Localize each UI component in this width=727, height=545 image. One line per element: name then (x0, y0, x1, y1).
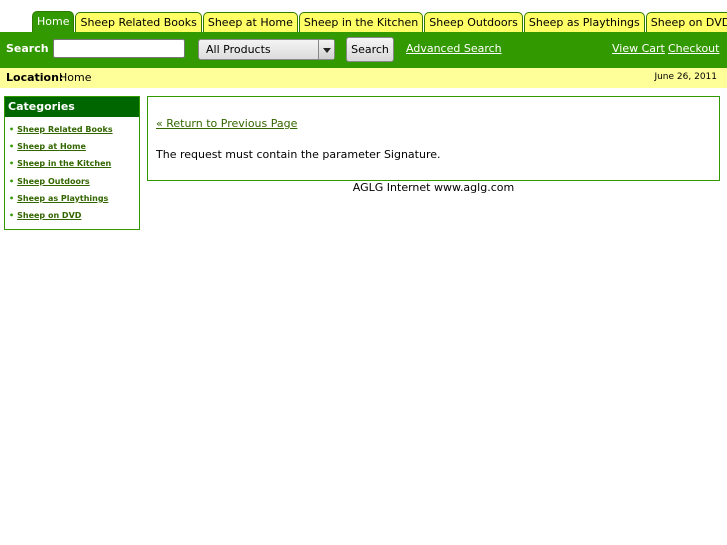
tab-sheep-at-home[interactable]: Sheep at Home (202, 12, 298, 32)
error-message: The request must contain the parameter S… (156, 148, 441, 161)
category-link-sheep-on-dvd[interactable]: Sheep on DVD (17, 211, 81, 220)
bullet-icon: • (9, 176, 15, 186)
tab-sheep-as-playthings[interactable]: Sheep as Playthings (523, 12, 645, 32)
category-link-sheep-in-the-kitchen[interactable]: Sheep in the Kitchen (17, 159, 111, 168)
location-value: Home (59, 71, 92, 84)
tab-home[interactable]: Home (32, 11, 75, 32)
bullet-icon: • (9, 210, 15, 220)
category-link-sheep-as-playthings[interactable]: Sheep as Playthings (17, 194, 108, 203)
location-label: Location: (6, 71, 64, 84)
search-button[interactable]: Search (346, 37, 394, 62)
category-item: • Sheep as Playthings (9, 190, 139, 207)
category-item: • Sheep at Home (9, 138, 139, 155)
search-label: Search (6, 42, 49, 55)
category-item: • Sheep on DVD (9, 207, 139, 224)
search-input[interactable] (53, 39, 185, 58)
main-content: « Return to Previous Page The request mu… (147, 96, 720, 181)
search-bar: Search All Products Search Advanced Sear… (0, 32, 727, 68)
category-item: • Sheep Outdoors (9, 173, 139, 190)
category-link-sheep-related-books[interactable]: Sheep Related Books (17, 125, 112, 134)
checkout-link[interactable]: Checkout (668, 42, 719, 55)
footer-text: AGLG Internet www.aglg.com (352, 181, 515, 194)
chevron-down-icon[interactable] (318, 40, 334, 59)
tab-sheep-outdoors[interactable]: Sheep Outdoors (424, 12, 523, 32)
category-link-sheep-outdoors[interactable]: Sheep Outdoors (17, 177, 90, 186)
view-cart-link[interactable]: View Cart (612, 42, 665, 55)
advanced-search-link[interactable]: Advanced Search (406, 42, 502, 55)
tab-sheep-in-the-kitchen[interactable]: Sheep in the Kitchen (298, 12, 424, 32)
top-tabs: Home Sheep Related Books Sheep at Home S… (32, 11, 727, 32)
product-category-select[interactable]: All Products (198, 39, 335, 60)
tab-sheep-on-dvd[interactable]: Sheep on DVD (645, 12, 727, 32)
return-to-previous-page-link[interactable]: « Return to Previous Page (156, 117, 297, 130)
category-item: • Sheep in the Kitchen (9, 155, 139, 172)
category-item: • Sheep Related Books (9, 121, 139, 138)
tab-sheep-related-books[interactable]: Sheep Related Books (75, 12, 202, 32)
bullet-icon: • (9, 142, 15, 152)
page: Home Sheep Related Books Sheep at Home S… (0, 0, 727, 545)
location-bar: Location: Home June 26, 2011 (0, 68, 727, 88)
categories-list: • Sheep Related Books • Sheep at Home • She… (5, 117, 139, 224)
bullet-icon: • (9, 159, 15, 169)
category-link-sheep-at-home[interactable]: Sheep at Home (17, 142, 86, 151)
bullet-icon: • (9, 193, 15, 203)
current-date: June 26, 2011 (654, 72, 717, 82)
product-category-select-value: All Products (206, 43, 271, 56)
bullet-icon: • (9, 125, 15, 134)
categories-box: Categories • Sheep Related Books • Sheep a… (4, 96, 140, 230)
categories-title: Categories (5, 97, 139, 117)
